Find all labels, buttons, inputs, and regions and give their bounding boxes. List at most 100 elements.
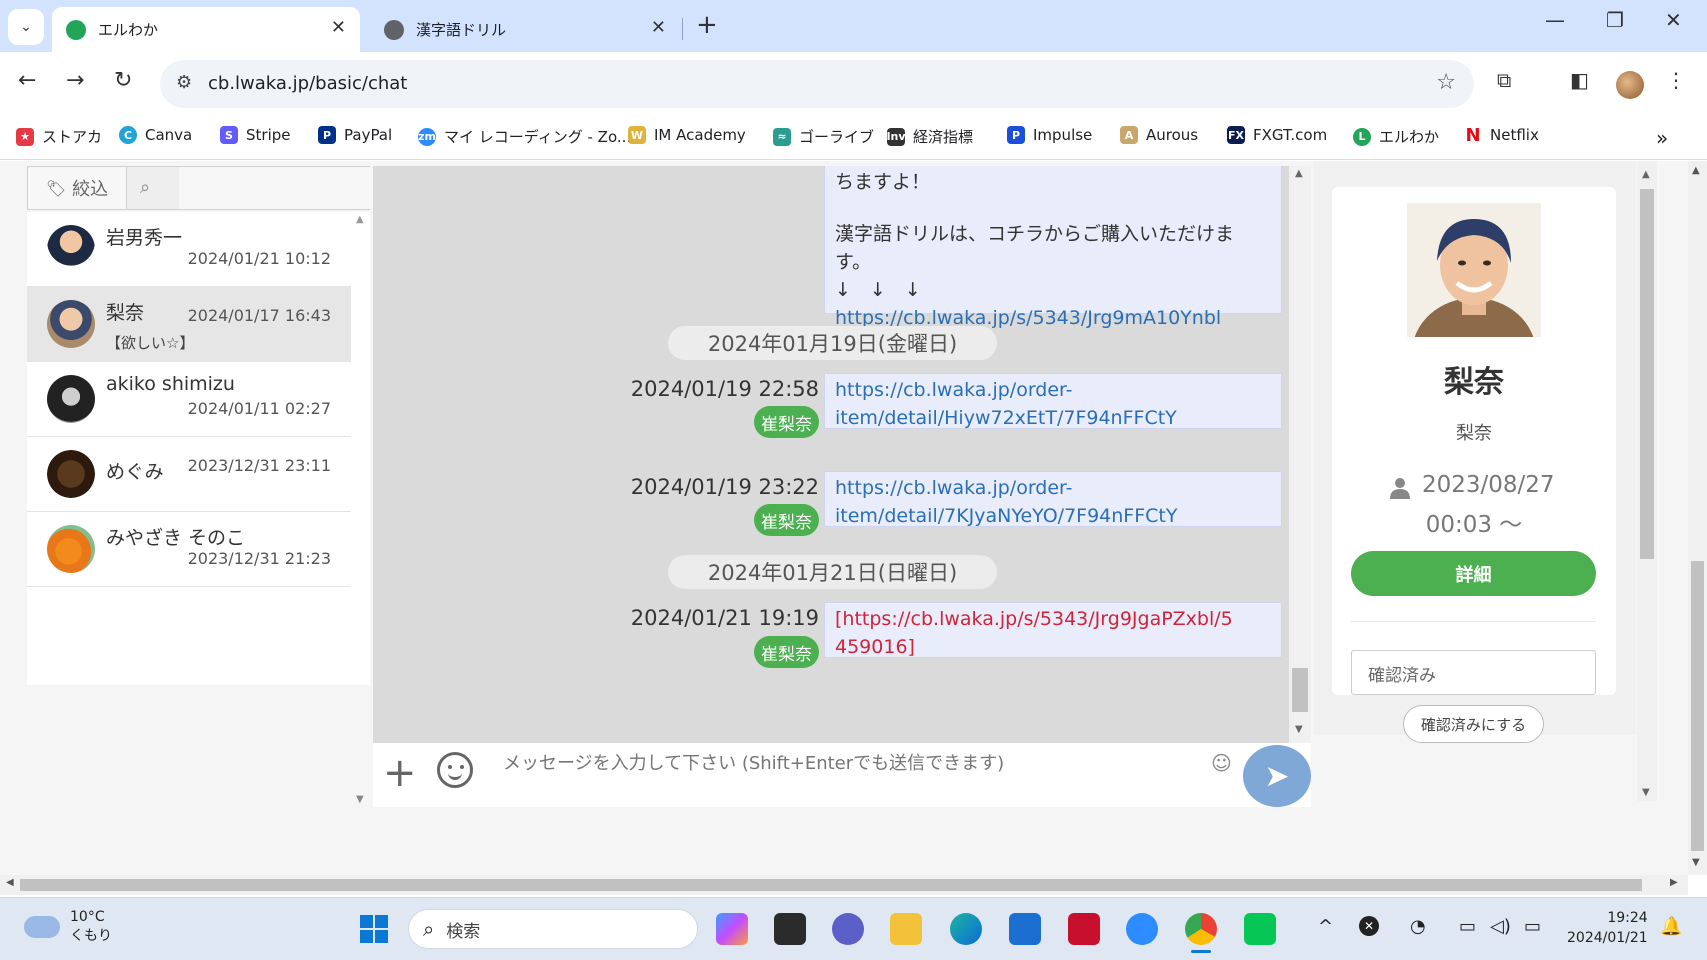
status-select[interactable]: 確認済み [1351, 650, 1596, 695]
notification-bell-icon[interactable]: 🔔 [1660, 916, 1682, 937]
attach-plus-icon[interactable]: + [383, 749, 417, 797]
message-input[interactable] [495, 743, 1195, 783]
contact-item[interactable]: めぐみ 2023/12/31 23:11 [27, 437, 351, 512]
address-bar[interactable]: ⚙ cb.lwaka.jp/basic/chat ☆ [160, 60, 1474, 108]
stamp-smiley-icon[interactable] [437, 752, 473, 788]
send-button[interactable]: ➤ [1243, 745, 1311, 807]
contact-item[interactable]: みやざき そのこ 2023/12/31 21:23 [27, 512, 351, 587]
bookmark-netflix[interactable]: N Netflix [1464, 125, 1539, 146]
search-icon: ⌕ [423, 917, 435, 941]
detail-button[interactable]: 詳細 [1351, 551, 1596, 596]
message-time: 2024/01/19 23:22 [630, 475, 819, 499]
chat-scrollbar[interactable]: ▲ ▼ [1289, 166, 1311, 743]
sender-badge: 崔梨奈 [754, 636, 819, 668]
message-link[interactable]: https://cb.lwaka.jp/order-item/detail/7K… [835, 477, 1178, 527]
menu-kebab-icon[interactable]: ⋮ [1666, 68, 1686, 92]
bookmark-golive[interactable]: ≈ ゴーライブ [773, 126, 874, 147]
message-link[interactable]: https://cb.lwaka.jp/order-item/detail/Hi… [835, 379, 1177, 429]
back-arrow-icon[interactable]: ← [18, 68, 36, 93]
close-icon[interactable]: ✕ [651, 17, 666, 38]
bookmark-economic-indicators[interactable]: Inv 経済指標 [886, 126, 973, 147]
contact-preview: 【欲しい☆】 [106, 334, 195, 352]
bookmark-stripe[interactable]: S Stripe [220, 126, 291, 144]
bookmark-impulse[interactable]: P Impulse [1007, 126, 1092, 144]
bookmark-im-academy[interactable]: W IM Academy [628, 126, 746, 144]
teams-chat-icon[interactable] [832, 913, 864, 945]
copilot-icon[interactable] [716, 913, 748, 945]
profile-avatar[interactable] [1616, 71, 1644, 99]
profile-name: 梨奈 [1444, 365, 1504, 400]
tab-lwaka[interactable]: エルわか ✕ [52, 7, 360, 52]
edge-icon[interactable] [950, 913, 982, 945]
contact-list-scrollbar[interactable]: ▲ [351, 212, 370, 685]
battery-icon[interactable]: ▭ [1524, 916, 1541, 937]
page-horizontal-scrollbar[interactable]: ◀ ▶ [0, 875, 1688, 895]
message-link[interactable]: [https://cb.lwaka.jp/s/5343/Jrg9JgaPZxbl… [835, 608, 1233, 658]
system-clock[interactable]: 19:24 2024/01/21 [1567, 908, 1648, 948]
weather-widget[interactable]: 10°C くもり [24, 908, 112, 946]
bookmark-canva[interactable]: C Canva [119, 126, 192, 144]
stripe-icon: S [220, 126, 238, 144]
extensions-icon[interactable]: ⧉ [1497, 68, 1511, 92]
restore-icon[interactable]: ❐ [1606, 8, 1624, 32]
browser-tab-strip: ⌄ エルわか ✕ 漢字語ドリル ✕ + — ❐ ✕ [0, 0, 1707, 52]
microsoft-store-icon[interactable] [1009, 913, 1041, 945]
contact-date: 2024/01/21 10:12 [187, 249, 331, 268]
file-explorer-icon[interactable] [890, 913, 922, 945]
clock-tray-icon[interactable]: ◔ [1410, 916, 1426, 937]
tag-filter-tab[interactable]: 🏷 絞込 [28, 167, 127, 209]
minimize-icon[interactable]: — [1545, 8, 1565, 32]
contact-item[interactable]: akiko shimizu 2024/01/11 02:27 [27, 362, 351, 437]
browser-toolbar: ← → ↻ ⚙ cb.lwaka.jp/basic/chat ☆ ⧉ ◧ ⋮ [0, 52, 1707, 116]
impulse-icon: P [1007, 126, 1025, 144]
avatar [47, 300, 95, 348]
tab-kanji-drill[interactable]: 漢字語ドリル ✕ [370, 7, 680, 52]
mcafee-icon[interactable] [1068, 913, 1100, 945]
sender-badge: 崔梨奈 [754, 406, 819, 438]
window-close-icon[interactable]: ✕ [1665, 8, 1682, 32]
line-icon[interactable] [1244, 913, 1276, 945]
more-bookmarks-icon[interactable]: » [1656, 126, 1668, 150]
profile-nickname: 梨奈 [1456, 423, 1492, 444]
canva-icon: C [119, 126, 137, 144]
chevron-down-icon: ⌄ [20, 19, 32, 35]
bookmark-fxgt[interactable]: FX FXGT.com [1227, 126, 1327, 144]
tab-title: エルわか [98, 21, 159, 39]
x-app-icon[interactable]: ✕ [1359, 916, 1379, 936]
avatar [47, 225, 95, 273]
contact-search-input[interactable] [179, 167, 370, 209]
tray-overflow-chevron-icon[interactable]: ^ [1318, 916, 1333, 937]
bookmark-paypal[interactable]: P PayPal [318, 126, 392, 144]
bookmark-lwaka[interactable]: L エルわか [1353, 126, 1439, 147]
chrome-icon[interactable] [1185, 913, 1217, 945]
task-view-icon[interactable] [774, 913, 806, 945]
zoom-app-icon[interactable] [1126, 913, 1158, 945]
message-time: 2024/01/21 19:19 [630, 606, 819, 630]
emoji-icon[interactable]: ☺ [1211, 751, 1232, 775]
bookmark-zoom-recording[interactable]: zm マイ レコーディング - Zo... [418, 126, 631, 147]
tab-search-button[interactable]: ⌄ [8, 9, 44, 45]
bookmark-aurous[interactable]: A Aurous [1120, 126, 1198, 144]
site-info-icon[interactable]: ⚙ [176, 72, 192, 93]
forward-arrow-icon[interactable]: → [66, 68, 84, 93]
bookmark-storeaka[interactable]: ★ ストアカ [16, 126, 102, 147]
contact-item[interactable]: 梨奈 2024/01/17 16:43 【欲しい☆】 [27, 287, 351, 362]
scroll-down-arrow-icon[interactable]: ▼ [356, 794, 364, 805]
url-text[interactable]: cb.lwaka.jp/basic/chat [208, 73, 407, 94]
zoom-icon: zm [418, 127, 436, 146]
windows-start-icon[interactable] [358, 913, 390, 945]
new-tab-button[interactable]: + [696, 10, 718, 40]
profile-scrollbar[interactable]: ▲ ▼ [1637, 161, 1657, 801]
taskbar-search[interactable]: ⌕ 検索 [408, 909, 698, 949]
search-icon[interactable]: ⌕ [140, 177, 150, 198]
close-icon[interactable]: ✕ [331, 17, 346, 38]
page-vertical-scrollbar[interactable]: ▲ ▼ [1688, 161, 1707, 875]
contact-item[interactable]: 岩男秀一 2024/01/21 10:12 [27, 212, 351, 287]
mark-confirmed-button[interactable]: 確認済みにする [1403, 705, 1544, 743]
side-panel-icon[interactable]: ◧ [1570, 68, 1589, 92]
reload-icon[interactable]: ↻ [114, 68, 132, 93]
volume-icon[interactable]: ◁) [1490, 916, 1511, 937]
investing-icon: Inv [886, 127, 906, 146]
network-icon[interactable]: ▭ [1459, 916, 1476, 937]
bookmark-star-icon[interactable]: ☆ [1436, 70, 1456, 95]
